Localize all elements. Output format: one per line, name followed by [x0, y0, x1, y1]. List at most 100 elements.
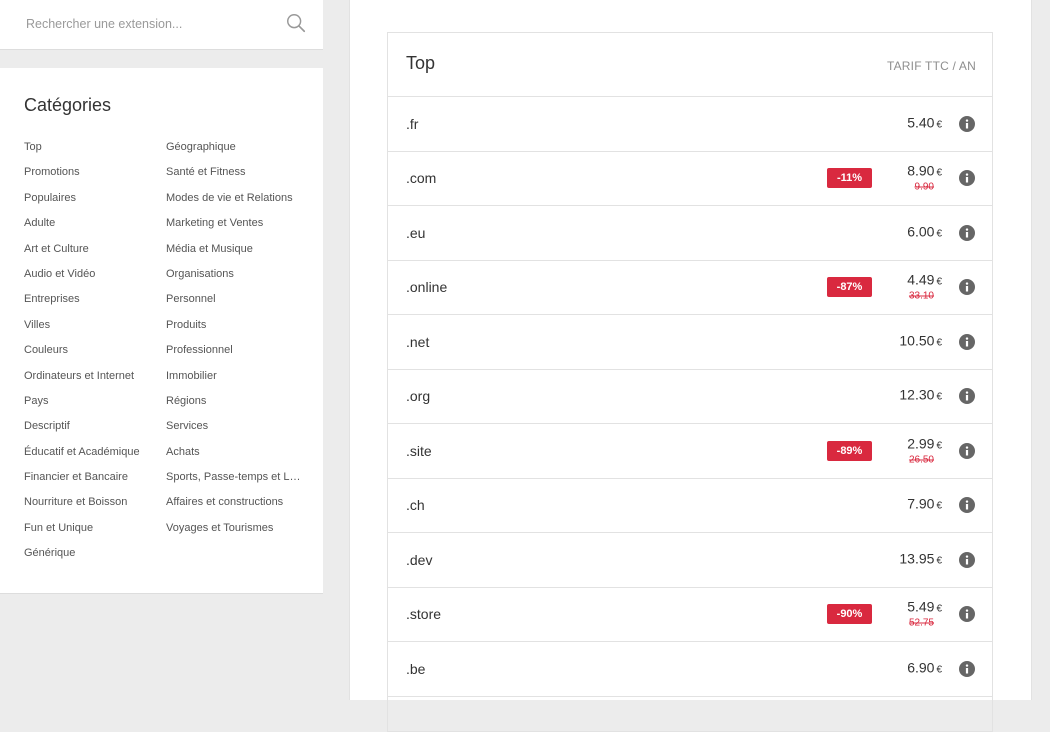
table-title: Top: [406, 53, 436, 73]
info-icon[interactable]: [959, 115, 975, 132]
category-link[interactable]: Fun et Unique: [24, 521, 159, 546]
price-box: 6.90 €: [907, 659, 942, 678]
category-link[interactable]: Promotions: [24, 165, 159, 190]
currency-symbol: €: [936, 276, 942, 288]
extension-name: .eu: [406, 224, 426, 241]
price-box: 7.90 €: [907, 496, 942, 515]
category-link[interactable]: Santé et Fitness: [166, 165, 306, 190]
price: 8.90 €: [907, 163, 942, 182]
info-icon[interactable]: [959, 660, 975, 677]
price-box: 2.99 €26.50: [907, 435, 942, 466]
extension-name: .site: [406, 442, 432, 459]
table-row[interactable]: .site -89% 2.99 €26.50: [388, 424, 992, 479]
info-icon[interactable]: [959, 279, 975, 296]
price-value: 6.90: [907, 659, 935, 676]
price: 2.99 €: [907, 435, 942, 454]
category-link[interactable]: Services: [166, 419, 306, 444]
table-rows: .fr 5.40 € .com -11% 8.90 €9.90 .eu 6.00 € .online…: [388, 97, 992, 697]
discount-badge: -87%: [827, 277, 872, 298]
currency-symbol: €: [936, 555, 942, 567]
category-link[interactable]: Éducatif et Académique: [24, 445, 159, 470]
table-row[interactable]: .online -87% 4.49 €33.10: [388, 261, 992, 315]
price-box: 5.40 €: [907, 114, 942, 133]
category-link[interactable]: Organisations: [166, 267, 306, 292]
extension-name: .be: [406, 660, 426, 677]
info-icon[interactable]: [959, 551, 975, 568]
old-price: 9.90: [914, 181, 934, 193]
categories-title: Catégories: [24, 95, 112, 115]
currency-symbol: €: [936, 500, 942, 512]
info-icon[interactable]: [959, 333, 975, 350]
table-row[interactable]: .com -11% 8.90 €9.90: [388, 152, 992, 206]
category-link[interactable]: Personnel: [166, 292, 306, 317]
category-link[interactable]: Financier et Bancaire: [24, 470, 159, 495]
category-link[interactable]: Générique: [24, 546, 159, 571]
category-link[interactable]: Affaires et constructions: [166, 495, 306, 520]
categories-column-1: Top Promotions Populaires Adulte Art et Cult…: [24, 140, 159, 572]
table-row[interactable]: .net 10.50 €: [388, 315, 992, 370]
price-box: 13.95 €: [899, 550, 942, 569]
currency-symbol: €: [936, 337, 942, 349]
price-box: 5.49 €52.75: [907, 599, 942, 630]
info-icon[interactable]: [959, 497, 975, 514]
price-box: 10.50 €: [899, 332, 942, 351]
category-link[interactable]: Géographique: [166, 140, 306, 165]
category-link[interactable]: Professionnel: [166, 343, 306, 368]
info-icon[interactable]: [959, 224, 975, 241]
price: 10.50 €: [899, 332, 942, 351]
search-input[interactable]: [24, 12, 278, 36]
old-price: 33.10: [908, 290, 934, 302]
category-link[interactable]: Adulte: [24, 216, 159, 241]
category-link[interactable]: Sports, Passe-temps et Loisirs: [166, 470, 306, 495]
category-link[interactable]: Régions: [166, 394, 306, 419]
category-link[interactable]: Couleurs: [24, 343, 159, 368]
price-box: 8.90 €9.90: [907, 163, 942, 194]
category-link[interactable]: Immobilier: [166, 369, 306, 394]
old-price: 52.75: [908, 617, 934, 629]
category-link[interactable]: Média et Musique: [166, 242, 306, 267]
table-row[interactable]: .fr 5.40 €: [388, 97, 992, 152]
price-value: 13.95: [899, 550, 935, 567]
extension-name: .fr: [406, 115, 419, 132]
category-link[interactable]: Achats: [166, 445, 306, 470]
currency-symbol: €: [936, 664, 942, 676]
discount-badge: -11%: [827, 168, 872, 189]
table-row[interactable]: .ch 7.90 €: [388, 479, 992, 533]
category-link[interactable]: Populaires: [24, 191, 159, 216]
search-icon[interactable]: [285, 12, 307, 34]
category-link[interactable]: Produits: [166, 318, 306, 343]
table-row[interactable]: .org 12.30 €: [388, 370, 992, 424]
price-box: 4.49 €33.10: [907, 272, 942, 303]
table-row[interactable]: .be 6.90 €: [388, 642, 992, 697]
table-row[interactable]: .store -90% 5.49 €52.75: [388, 588, 992, 642]
category-link[interactable]: Pays: [24, 394, 159, 419]
category-link[interactable]: Descriptif: [24, 419, 159, 444]
category-link[interactable]: Marketing et Ventes: [166, 216, 306, 241]
category-link[interactable]: Modes de vie et Relations: [166, 191, 306, 216]
price-value: 4.49: [907, 271, 935, 288]
info-icon[interactable]: [959, 388, 975, 405]
extension-name: .online: [406, 279, 448, 296]
price-value: 12.30: [899, 386, 935, 403]
table-row[interactable]: .eu 6.00 €: [388, 206, 992, 261]
category-link[interactable]: Art et Culture: [24, 242, 159, 267]
categories-column-2: Géographique Santé et Fitness Modes de vie…: [166, 140, 306, 546]
extension-name: .net: [406, 333, 430, 350]
category-link[interactable]: Nourriture et Boisson: [24, 495, 159, 520]
table-row[interactable]: .dev 13.95 €: [388, 533, 992, 588]
category-link[interactable]: Villes: [24, 318, 159, 343]
price-column-label: TARIF TTC / AN: [886, 59, 976, 73]
price: 4.49 €: [907, 272, 942, 291]
info-icon[interactable]: [959, 170, 975, 187]
category-link[interactable]: Audio et Vidéo: [24, 267, 159, 292]
category-link[interactable]: Entreprises: [24, 292, 159, 317]
info-icon[interactable]: [959, 442, 975, 459]
category-link[interactable]: Ordinateurs et Internet: [24, 369, 159, 394]
price: 6.00 €: [907, 223, 942, 242]
price: 6.90 €: [907, 659, 942, 678]
price-value: 5.49: [907, 598, 935, 615]
category-link[interactable]: Voyages et Tourismes: [166, 521, 306, 546]
old-price: 26.50: [908, 454, 934, 466]
category-link[interactable]: Top: [24, 140, 159, 165]
info-icon[interactable]: [959, 606, 975, 623]
